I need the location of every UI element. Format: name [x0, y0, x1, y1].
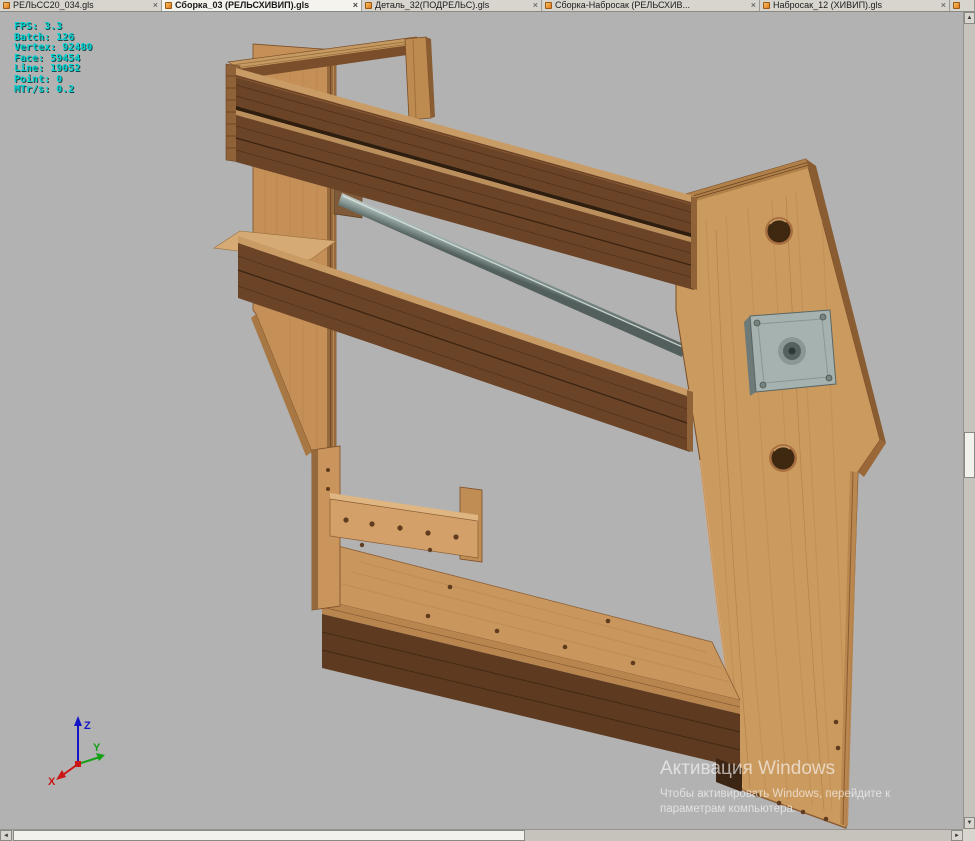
tab-document-4[interactable]: Набросак_12 (ХИВИП).gls × [760, 0, 950, 11]
document-icon [165, 2, 172, 9]
document-icon [365, 2, 372, 9]
scrollbar-corner [963, 829, 975, 841]
axes-origin [75, 761, 81, 767]
model-3d-wooden-frame[interactable]: Z Y X [0, 12, 963, 829]
y-axis-label: Y [93, 742, 101, 754]
document-icon [545, 2, 552, 9]
scroll-up-button[interactable]: ▲ [964, 12, 975, 24]
stats-line: FPS: 3.3 [14, 21, 63, 32]
viewport-3d[interactable]: Z Y X FPS: 3.3 Batch: 126 Vertex: 92480 … [0, 12, 963, 829]
document-icon [763, 2, 770, 9]
scroll-right-button[interactable]: ► [951, 830, 963, 841]
tab-label: Деталь_32(ПОДРЕЛЬС).gls [375, 0, 490, 10]
scroll-right-icon: ► [954, 832, 960, 839]
tab-label: Сборка-Набросак (РЕЛЬСХИВ... [555, 0, 691, 10]
tab-close-icon[interactable]: × [751, 1, 756, 10]
scroll-left-button[interactable]: ◄ [0, 830, 12, 841]
scroll-left-icon: ◄ [3, 832, 9, 839]
tab-label: Сборка_03 (РЕЛЬСХИВИП).gls [175, 0, 310, 10]
render-stats: FPS: 3.3 Batch: 126 Vertex: 92480 Face: … [14, 21, 93, 96]
tab-close-icon[interactable]: × [153, 1, 158, 10]
stepper-motor[interactable] [744, 309, 837, 396]
tab-label: Набросак_12 (ХИВИП).gls [773, 0, 883, 10]
tab-document-1[interactable]: Сборка_03 (РЕЛЬСХИВИП).gls × [162, 0, 362, 11]
tab-document-3[interactable]: Сборка-Набросак (РЕЛЬСХИВ... × [542, 0, 760, 11]
vertical-scrollbar-thumb[interactable] [964, 432, 975, 478]
tab-close-icon[interactable]: × [941, 1, 946, 10]
scroll-up-icon: ▲ [966, 15, 973, 21]
document-icon [953, 2, 960, 9]
document-tabbar: РЕЛЬСС20_034.gls × Сборка_03 (РЕЛЬСХИВИП… [0, 0, 975, 12]
stats-line: Line: 19052 [14, 63, 81, 74]
document-icon [3, 2, 10, 9]
horizontal-scrollbar[interactable]: ◄ ► [0, 829, 963, 841]
back-corner-post[interactable] [404, 36, 435, 121]
z-axis-label: Z [84, 720, 91, 732]
scroll-down-icon: ▼ [966, 820, 973, 826]
tab-document-partial[interactable] [950, 0, 975, 11]
panel-hole-top [765, 217, 793, 245]
tab-label: РЕЛЬСС20_034.gls [13, 0, 94, 10]
tab-close-icon[interactable]: × [353, 1, 358, 10]
panel-hole-bottom [769, 444, 797, 472]
scroll-down-button[interactable]: ▼ [964, 817, 975, 829]
tab-document-2[interactable]: Деталь_32(ПОДРЕЛЬС).gls × [362, 0, 542, 11]
horizontal-scrollbar-thumb[interactable] [13, 830, 525, 841]
tab-document-0[interactable]: РЕЛЬСС20_034.gls × [0, 0, 162, 11]
x-axis-label: X [48, 776, 56, 788]
tab-close-icon[interactable]: × [533, 1, 538, 10]
stats-line: MTr/s: 0.2 [14, 84, 75, 95]
vertical-scrollbar[interactable]: ▲ ▼ [963, 12, 975, 829]
stats-line: Vertex: 92480 [14, 42, 93, 53]
